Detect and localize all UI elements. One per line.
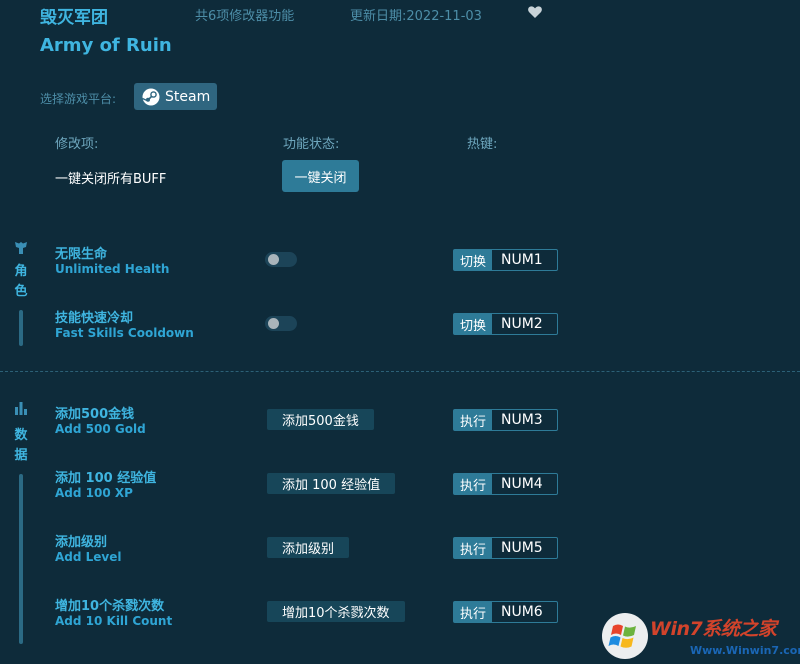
close-all-button[interactable]: 一键关闭 xyxy=(282,160,359,192)
section-data-line1: 数 xyxy=(14,428,28,443)
feature-count: 共6项修改器功能 xyxy=(195,9,295,24)
column-header-mod: 修改项: xyxy=(55,137,99,152)
watermark-brand: Win7系统之家 xyxy=(650,618,777,640)
item-add-kills-en: Add 10 Kill Count xyxy=(55,614,173,628)
add-xp-button[interactable]: 添加 100 经验值 xyxy=(267,473,396,494)
section-data-tab: 数 据 xyxy=(11,400,31,644)
hotkey-type: 执行 xyxy=(454,474,492,494)
item-fast-cooldown-en: Fast Skills Cooldown xyxy=(55,326,194,340)
steam-button-label: Steam xyxy=(165,88,211,105)
steam-platform-button[interactable]: Steam xyxy=(134,83,217,110)
hotkey-type: 切换 xyxy=(454,314,492,334)
toggle-knob xyxy=(268,254,279,265)
hotkey-type: 切换 xyxy=(454,250,492,270)
item-add-gold-en: Add 500 Gold xyxy=(55,422,146,436)
steam-icon xyxy=(142,88,160,105)
heart-icon[interactable] xyxy=(527,4,543,20)
fast-cooldown-hotkey[interactable]: 切换 NUM2 xyxy=(453,313,558,335)
add-kills-button[interactable]: 增加10个杀戮次数 xyxy=(267,601,405,622)
column-header-status: 功能状态: xyxy=(283,137,340,152)
hotkey-type: 执行 xyxy=(454,410,492,430)
unlimited-health-hotkey[interactable]: 切换 NUM1 xyxy=(453,249,558,271)
add-xp-hotkey[interactable]: 执行 NUM4 xyxy=(453,473,558,495)
hotkey-key: NUM2 xyxy=(501,316,543,332)
item-add-level-cn: 添加级别 xyxy=(55,535,108,550)
item-add-xp-cn: 添加 100 经验值 xyxy=(55,471,157,486)
item-fast-cooldown-cn: 技能快速冷却 xyxy=(55,311,134,326)
item-add-gold-cn: 添加500金钱 xyxy=(55,407,135,422)
update-date: 更新日期:2022-11-03 xyxy=(350,9,482,24)
app-title-cn: 毁灭军团 xyxy=(40,8,108,28)
bar-chart-icon xyxy=(15,402,27,415)
hotkey-key: NUM1 xyxy=(501,252,543,268)
close-all-buff-label: 一键关闭所有BUFF xyxy=(55,172,167,187)
section-character-tab: 角 色 xyxy=(11,240,31,346)
item-add-level-en: Add Level xyxy=(55,550,122,564)
section-character-bar xyxy=(19,310,23,346)
add-kills-hotkey[interactable]: 执行 NUM6 xyxy=(453,601,558,623)
add-level-button[interactable]: 添加级别 xyxy=(267,537,350,558)
add-gold-hotkey[interactable]: 执行 NUM3 xyxy=(453,409,558,431)
column-header-hotkey: 热键: xyxy=(467,137,498,152)
hotkey-key: NUM3 xyxy=(501,412,543,428)
windows-logo-icon xyxy=(602,613,648,659)
add-level-hotkey[interactable]: 执行 NUM5 xyxy=(453,537,558,559)
section-data-line2: 据 xyxy=(14,448,28,463)
fast-cooldown-toggle[interactable] xyxy=(265,316,297,331)
section-character-line1: 角 xyxy=(14,264,28,279)
section-divider xyxy=(0,371,800,372)
item-unlimited-health-cn: 无限生命 xyxy=(55,247,108,262)
section-character-line2: 色 xyxy=(14,284,28,299)
hotkey-type: 执行 xyxy=(454,538,492,558)
platform-label: 选择游戏平台: xyxy=(40,92,117,106)
toggle-knob xyxy=(268,318,279,329)
item-add-kills-cn: 增加10个杀戮次数 xyxy=(55,599,165,614)
character-icon xyxy=(15,242,27,254)
section-data-bar xyxy=(19,474,23,644)
unlimited-health-toggle[interactable] xyxy=(265,252,297,267)
hotkey-type: 执行 xyxy=(454,602,492,622)
item-unlimited-health-en: Unlimited Health xyxy=(55,262,170,276)
item-add-xp-en: Add 100 XP xyxy=(55,486,133,500)
add-gold-button[interactable]: 添加500金钱 xyxy=(267,409,374,430)
app-title-en: Army of Ruin xyxy=(40,35,172,56)
hotkey-key: NUM5 xyxy=(501,540,543,556)
hotkey-key: NUM4 xyxy=(501,476,543,492)
watermark-url: Www.Winwin7.com xyxy=(690,644,800,657)
hotkey-key: NUM6 xyxy=(501,604,543,620)
